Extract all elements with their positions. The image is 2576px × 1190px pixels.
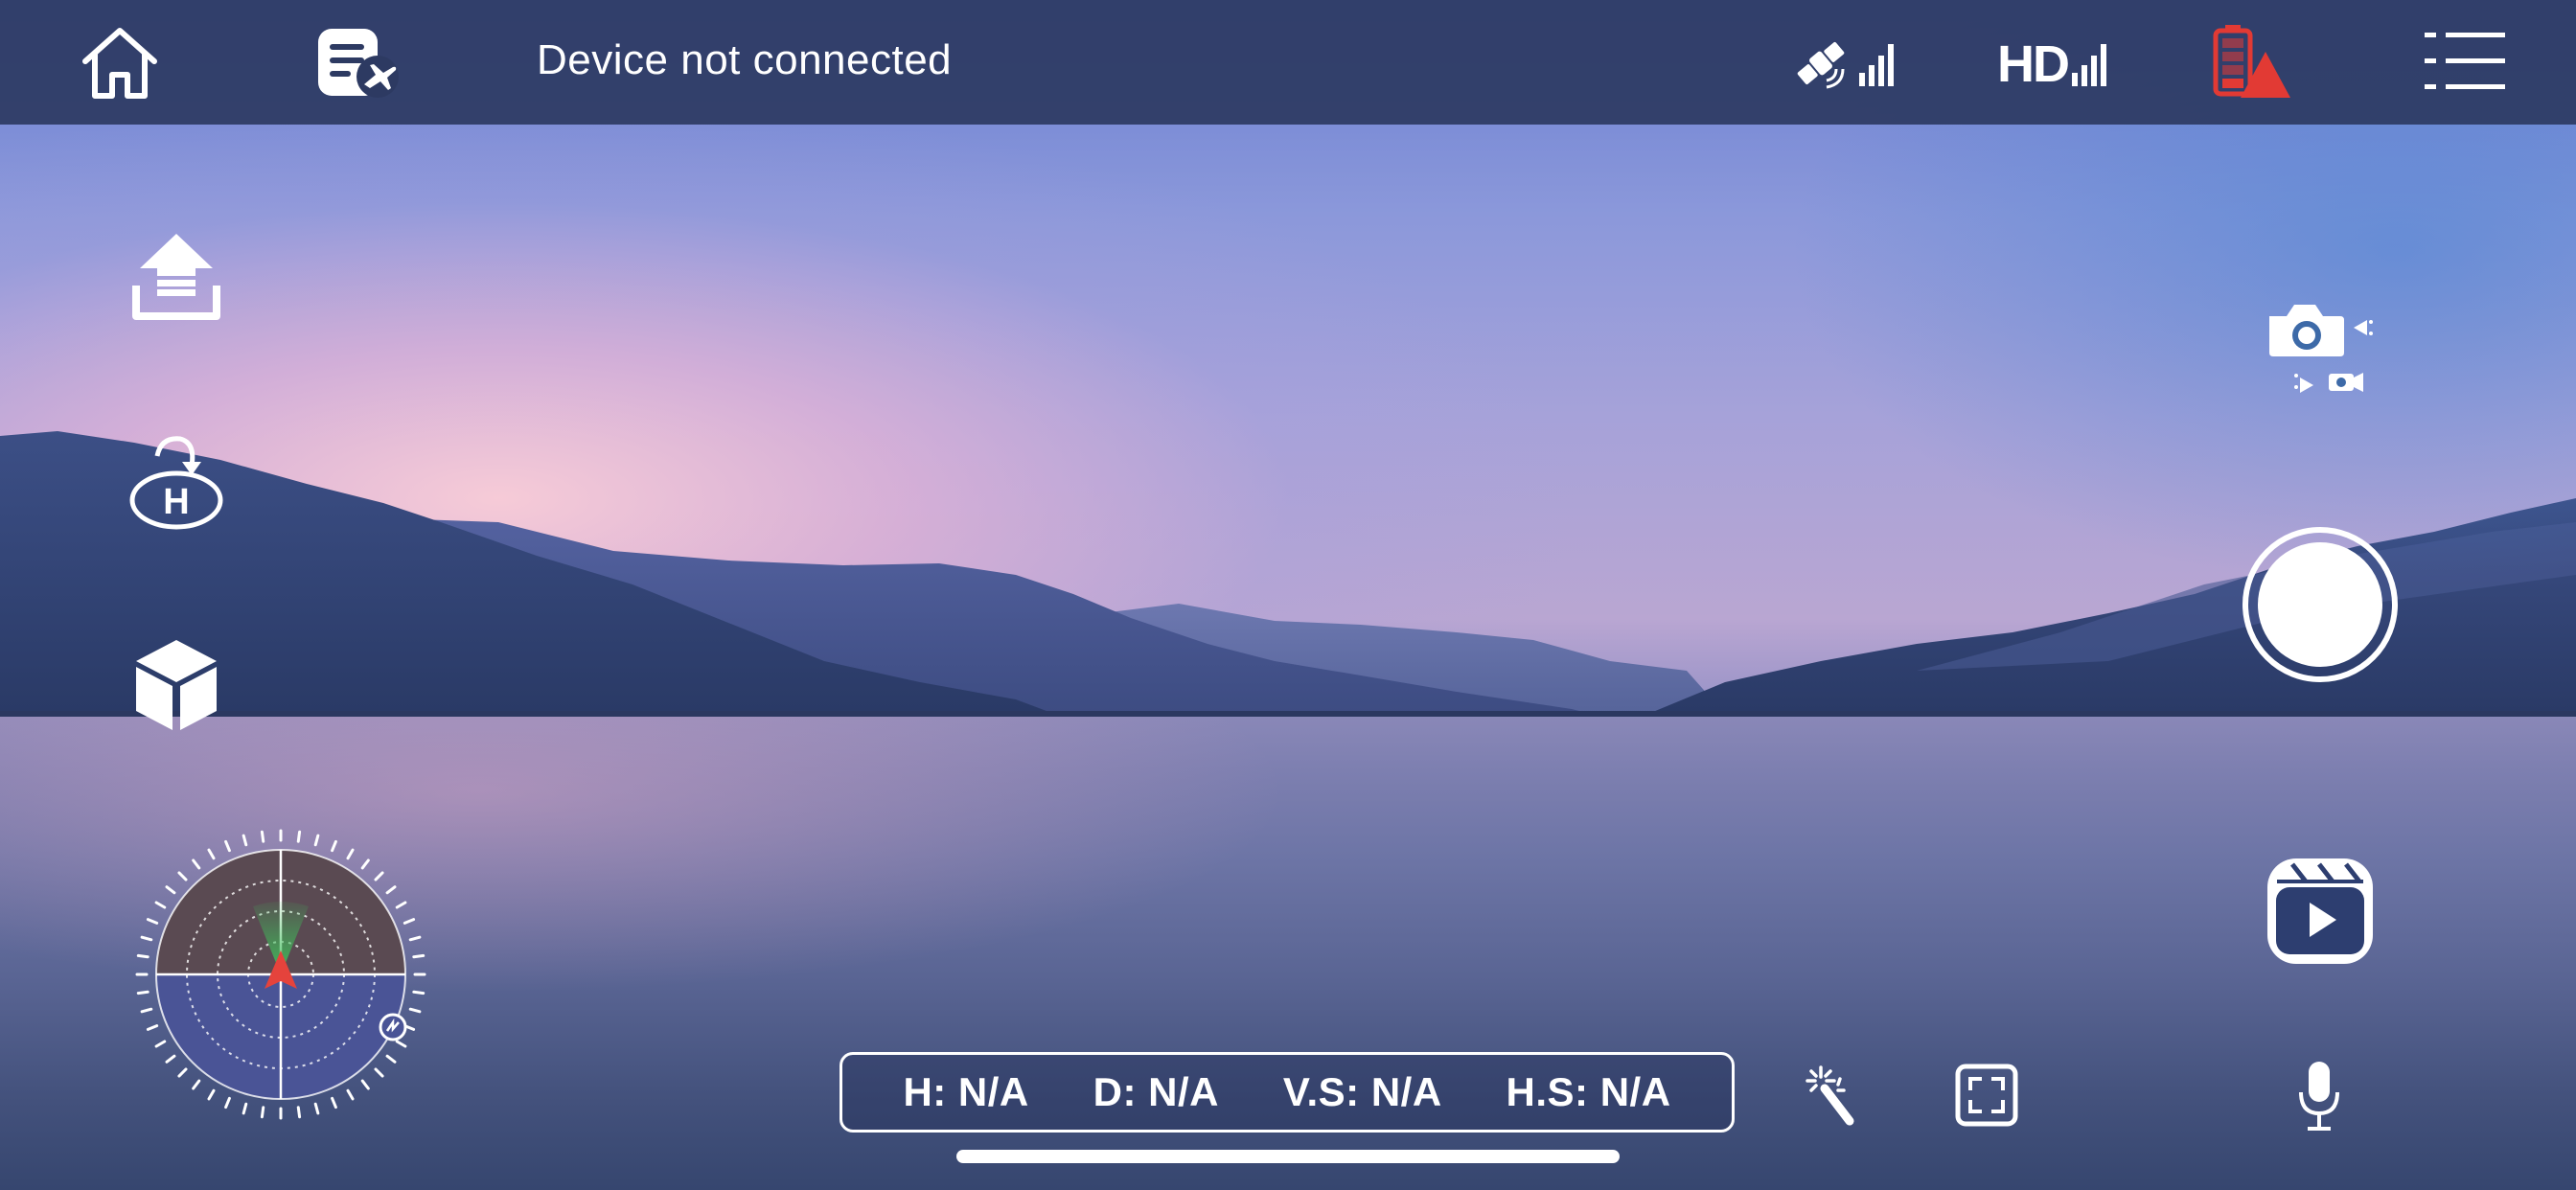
compass-tick xyxy=(260,830,265,843)
fullscreen-focus-icon[interactable] xyxy=(1955,1064,2018,1127)
connection-status-text: Device not connected xyxy=(537,36,953,83)
compass-tick xyxy=(136,990,150,995)
compass-tick xyxy=(346,1088,355,1101)
telemetry-panel: H: N/A D: N/A V.S: N/A H.S: N/A xyxy=(840,1052,1735,1133)
distance-readout: D: N/A xyxy=(1092,1069,1219,1114)
compass-tick xyxy=(154,1040,167,1048)
radar-compass[interactable] xyxy=(132,826,429,1123)
camera-mode-switch-icon[interactable] xyxy=(2266,299,2373,399)
compass-tick xyxy=(136,953,150,959)
compass-tick xyxy=(177,871,188,881)
compass-tick xyxy=(412,953,426,959)
top-status-bar: Device not connected HD xyxy=(0,0,2576,125)
compass-tick xyxy=(385,1054,397,1064)
compass-tick xyxy=(408,1007,422,1014)
compass-tick xyxy=(242,1102,248,1115)
compass-tick xyxy=(207,848,216,860)
compass-tick xyxy=(346,848,355,860)
satellite-signal-icon[interactable] xyxy=(1794,33,1901,92)
compass-tick xyxy=(331,1096,337,1110)
magic-wand-icon[interactable] xyxy=(1802,1064,1861,1127)
return-home-icon[interactable]: H xyxy=(128,431,224,531)
takeoff-icon[interactable] xyxy=(130,230,222,322)
home-icon[interactable] xyxy=(77,23,163,103)
shutter-button-inner xyxy=(2258,542,2382,667)
microphone-icon[interactable] xyxy=(2296,1060,2342,1133)
vertical-speed-readout: V.S: N/A xyxy=(1282,1069,1442,1114)
compass-tick xyxy=(165,885,176,895)
compass-tick xyxy=(177,1067,188,1078)
compass-tick xyxy=(385,885,397,895)
flight-log-icon[interactable] xyxy=(316,25,402,102)
compass-tick xyxy=(296,830,302,843)
compass-tick xyxy=(408,935,422,942)
compass-tick xyxy=(154,901,167,909)
home-indicator-bar[interactable] xyxy=(956,1150,1620,1163)
height-readout: H: N/A xyxy=(903,1069,1029,1114)
compass-tick xyxy=(374,871,384,881)
menu-icon[interactable] xyxy=(2425,29,2507,94)
hd-signal-icon[interactable]: HD xyxy=(1995,33,2114,93)
compass-tick xyxy=(296,1106,302,1119)
compass-tick xyxy=(313,834,320,847)
compass-tick xyxy=(313,1102,320,1115)
compass-tick xyxy=(412,990,426,995)
shutter-button[interactable] xyxy=(2242,527,2398,682)
media-library-icon[interactable] xyxy=(2264,855,2377,968)
compass-tick xyxy=(360,858,370,870)
svg-text:H: H xyxy=(163,482,189,522)
compass-tick xyxy=(165,1054,176,1064)
battery-warning-icon[interactable] xyxy=(2210,23,2290,100)
compass-tick xyxy=(146,1024,159,1031)
compass-tick xyxy=(242,834,248,847)
compass-tick xyxy=(395,901,407,909)
compass-tick xyxy=(331,839,337,853)
compass-tick xyxy=(402,918,416,925)
compass-tick xyxy=(224,1096,231,1110)
compass-tick xyxy=(140,935,153,942)
compass-tick xyxy=(192,858,201,870)
compass-tick xyxy=(192,1079,201,1090)
compass-tick xyxy=(360,1079,370,1090)
compass-tick xyxy=(207,1088,216,1101)
compass-tick xyxy=(140,1007,153,1014)
compass-tick xyxy=(224,839,231,853)
compass-tick xyxy=(260,1106,265,1119)
compass-tick xyxy=(395,1040,407,1048)
compass-tick xyxy=(146,918,159,925)
3d-cube-icon[interactable] xyxy=(132,636,220,734)
compass-tick xyxy=(374,1067,384,1078)
horizontal-speed-readout: H.S: N/A xyxy=(1506,1069,1671,1114)
